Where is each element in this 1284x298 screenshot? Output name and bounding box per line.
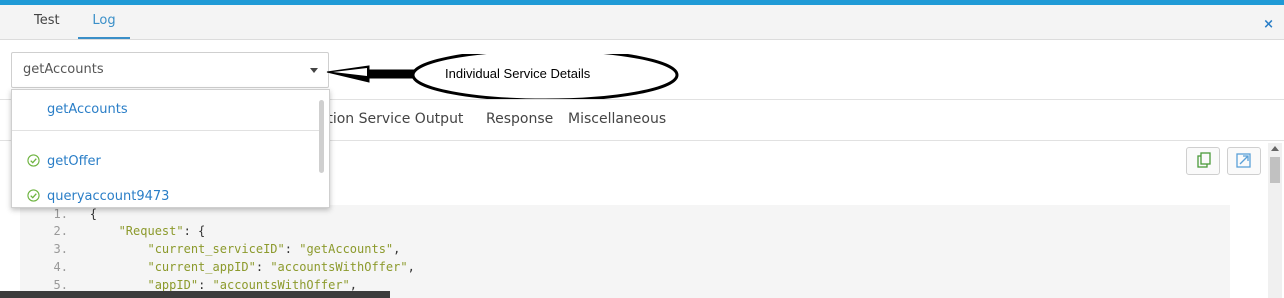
tab-test[interactable]: Test: [34, 5, 60, 39]
dropdown-scrollbar[interactable]: [319, 100, 324, 173]
browser-status-bar: [0, 291, 390, 298]
code-text: ,: [407, 260, 415, 274]
dropdown-option-label: getAccounts: [47, 102, 128, 117]
code-line: 4. "current_appID": "accountsWithOffer",: [20, 258, 1230, 276]
subtab-response[interactable]: Response: [486, 111, 553, 127]
code-line: 2. "Request": {: [20, 222, 1230, 240]
expand-button[interactable]: [1227, 147, 1261, 175]
line-number: 3.: [53, 242, 68, 256]
code-key: "current_appID": [147, 260, 256, 274]
scroll-thumb[interactable]: [1270, 157, 1280, 183]
code-text: ,: [349, 278, 358, 292]
line-number: 4.: [53, 260, 68, 274]
annotation-arrow: [326, 65, 421, 83]
line-number: 2.: [53, 224, 68, 238]
chevron-down-icon[interactable]: [310, 68, 318, 73]
service-select[interactable]: getAccounts: [11, 52, 329, 88]
subtab-miscellaneous[interactable]: Miscellaneous: [568, 111, 666, 127]
code-viewer: 1. { 2. "Request": { 3. "current_service…: [20, 205, 1230, 298]
code-line: 3. "current_serviceID": "getAccounts",: [20, 240, 1230, 258]
copy-button[interactable]: [1186, 147, 1220, 175]
code-key: "Request": [118, 224, 184, 238]
code-value: "getAccounts": [299, 242, 394, 256]
tab-log[interactable]: Log: [78, 5, 130, 39]
code-text: {: [89, 207, 97, 221]
expand-icon: [1236, 153, 1251, 168]
code-text: : {: [183, 224, 206, 238]
code-key: "appID": [147, 278, 199, 292]
annotation-text: Individual Service Details: [445, 66, 591, 81]
check-circle-icon: [27, 154, 40, 167]
close-icon[interactable]: ×: [1263, 17, 1274, 32]
tab-bar: Test Log ×: [0, 5, 1284, 40]
code-value: "accountsWithOffer": [270, 260, 408, 274]
dropdown-option-label: queryaccount9473: [47, 189, 170, 204]
copy-icon: [1197, 152, 1211, 168]
check-circle-icon: [27, 189, 40, 202]
subtab-integration-service-output[interactable]: ration Service Output: [313, 111, 463, 127]
code-key: "current_serviceID": [147, 242, 285, 256]
service-dropdown-menu: getAccounts getOffer queryaccount9473: [11, 89, 330, 208]
dropdown-divider: [12, 130, 322, 131]
dropdown-option-label: getOffer: [47, 154, 101, 169]
code-text: ,: [393, 242, 401, 256]
code-value: "accountsWithOffer": [212, 278, 350, 292]
scroll-up-icon[interactable]: [1271, 146, 1279, 151]
page-scrollbar[interactable]: [1268, 143, 1282, 298]
service-select-value: getAccounts: [23, 62, 104, 77]
